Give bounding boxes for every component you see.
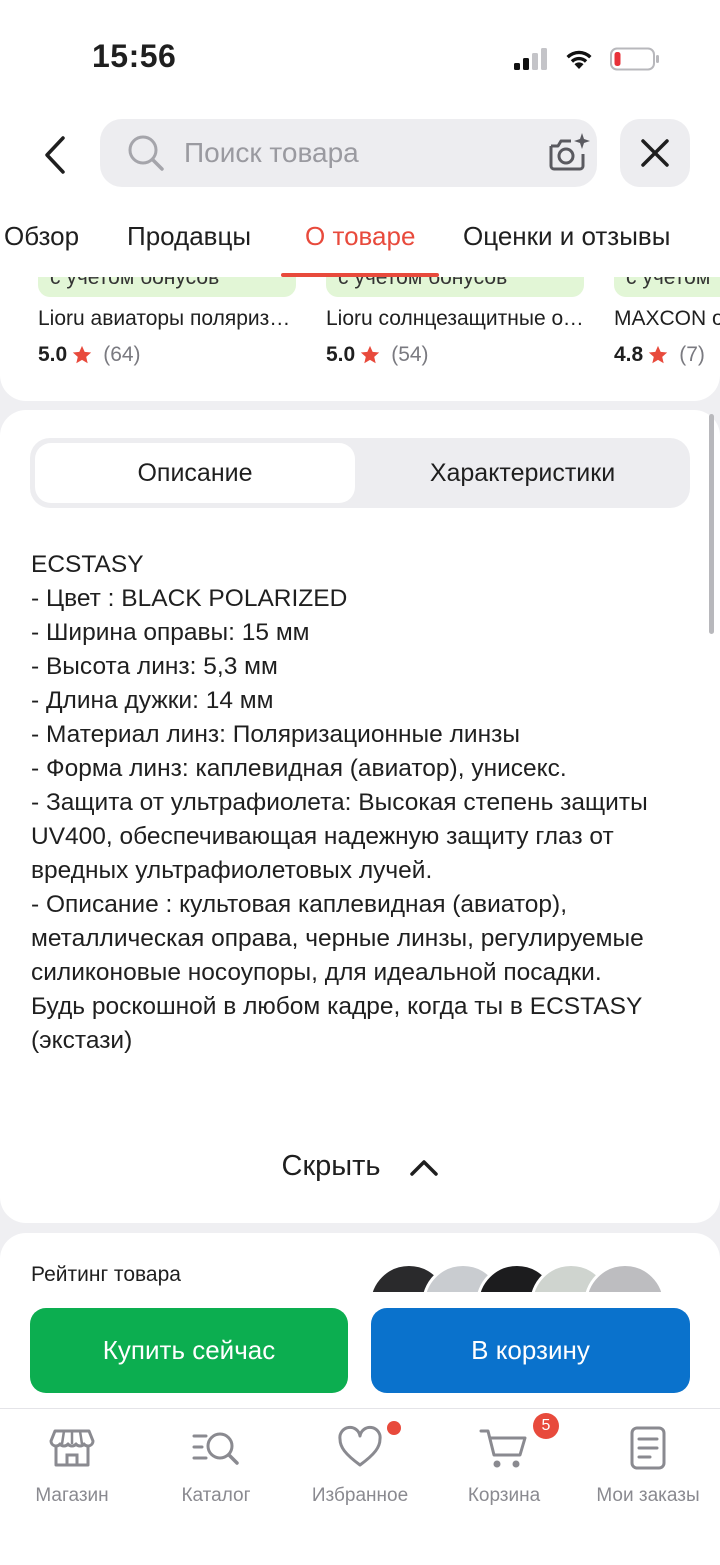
hide-description-button[interactable]: Скрыть	[0, 1150, 720, 1183]
search-box[interactable]	[100, 119, 597, 187]
product-title: Lioru солнцезащитные очки	[326, 307, 586, 330]
cart-count-badge: 5	[533, 1413, 559, 1439]
bonus-badge: с учетом бонусов	[38, 277, 296, 297]
review-count: (7)	[679, 343, 705, 366]
star-icon	[649, 345, 668, 364]
description-line: - Защита от ультрафиолета: Высокая степе…	[31, 789, 655, 884]
back-button[interactable]	[30, 128, 80, 182]
notification-dot	[387, 1421, 401, 1435]
nav-my-orders[interactable]: Мои заказы	[576, 1423, 720, 1507]
description-line: - Материал линз: Поляризационные линзы	[31, 721, 520, 748]
bonus-badge: с учетом бонусов	[326, 277, 584, 297]
wifi-icon	[566, 50, 592, 69]
shop-icon	[47, 1423, 97, 1473]
rating-score: 5.0	[326, 343, 356, 366]
bonus-badge: с учетом	[614, 277, 720, 297]
rating-score: 4.8	[614, 343, 644, 366]
product-page: 15:56 Поиск товара Обзор Продавцы О това…	[0, 0, 720, 1565]
rating-title: Рейтинг товара	[31, 1263, 181, 1286]
cart-icon: 5	[479, 1413, 559, 1473]
description-line: - Ширина оправы: 15 мм	[31, 619, 310, 646]
description-line: Будь роскошной в любом кадре, когда ты в…	[31, 993, 649, 1054]
close-icon	[641, 139, 669, 167]
nav-cart[interactable]: 5 Корзина	[432, 1413, 576, 1507]
battery-low-icon	[610, 47, 659, 71]
cellular-signal-icon	[514, 48, 547, 70]
product-card[interactable]: с учетом бонусов Lioru солнцезащитные оч…	[326, 277, 586, 401]
similar-products: с учетом бонусов Lioru авиаторы поляриза…	[0, 277, 720, 401]
search-icon	[126, 133, 166, 173]
product-title: MAXCON о	[614, 307, 720, 330]
product-rating: 5.0 (54)	[326, 343, 429, 367]
chevron-up-icon	[409, 1159, 438, 1176]
status-bar: 15:56	[0, 0, 720, 110]
section-tabs: Обзор Продавцы О товаре Оценки и отзывы	[0, 205, 720, 277]
product-rating: 5.0 (64)	[38, 343, 141, 367]
review-count: (54)	[391, 343, 429, 366]
star-icon	[73, 345, 92, 364]
add-to-cart-button[interactable]: В корзину	[371, 1308, 690, 1393]
status-icons	[514, 44, 660, 74]
nav-catalog[interactable]: Каталог	[144, 1423, 288, 1507]
description-switcher: Описание Характеристики	[30, 438, 690, 508]
scrollbar[interactable]	[709, 414, 714, 634]
description-line: - Высота линз: 5,3 мм	[31, 653, 278, 680]
nav-favorites[interactable]: Избранное	[288, 1421, 432, 1507]
nav-label: Каталог	[181, 1485, 251, 1506]
search-input[interactable]	[184, 137, 545, 169]
tab-overview[interactable]: Обзор	[4, 221, 79, 252]
tab-characteristics[interactable]: Характеристики	[360, 443, 685, 503]
catalog-icon	[191, 1423, 241, 1473]
nav-label: Магазин	[35, 1485, 109, 1506]
description-line: - Цвет : BLACK POLARIZED	[31, 585, 348, 612]
description-line: ECSTASY	[31, 551, 144, 578]
nav-shop[interactable]: Магазин	[0, 1423, 144, 1507]
status-time: 15:56	[92, 38, 177, 74]
nav-label: Избранное	[311, 1485, 409, 1506]
bottom-nav: Магазин Каталог Избранное 5 Корзина Мои …	[0, 1408, 720, 1565]
product-rating: 4.8 (7)	[614, 343, 705, 367]
heart-icon	[335, 1421, 401, 1473]
nav-label: Корзина	[467, 1485, 541, 1506]
purchase-actions: Купить сейчас В корзину	[0, 1292, 720, 1408]
header	[0, 110, 720, 205]
hide-label: Скрыть	[281, 1150, 381, 1182]
product-title: Lioru авиаторы поляризационные	[38, 307, 298, 330]
camera-search-icon[interactable]	[545, 130, 591, 176]
tab-about-product[interactable]: О товаре	[305, 221, 415, 252]
nav-label: Мои заказы	[596, 1485, 700, 1506]
orders-icon	[623, 1423, 673, 1473]
tab-reviews[interactable]: Оценки и отзывы	[463, 221, 670, 252]
product-card[interactable]: с учетом MAXCON о 4.8 (7)	[614, 277, 720, 401]
star-icon	[361, 345, 380, 364]
product-card[interactable]: с учетом бонусов Lioru авиаторы поляриза…	[38, 277, 298, 401]
close-button[interactable]	[620, 119, 690, 187]
buy-now-button[interactable]: Купить сейчас	[30, 1308, 348, 1393]
description-line: - Длина дужки: 14 мм	[31, 687, 274, 714]
tab-sellers[interactable]: Продавцы	[127, 221, 251, 252]
description-line: - Форма линз: каплевидная (авиатор), уни…	[31, 755, 567, 782]
description-card: Описание Характеристики ECSTASY - Цвет :…	[0, 410, 720, 1223]
description-line: - Описание : культовая каплевидная (авиа…	[31, 891, 651, 986]
tab-description[interactable]: Описание	[35, 443, 355, 503]
review-count: (64)	[103, 343, 141, 366]
description-text: ECSTASY - Цвет : BLACK POLARIZED - Ширин…	[31, 548, 696, 1058]
chevron-left-icon	[45, 136, 65, 174]
rating-score: 5.0	[38, 343, 68, 366]
